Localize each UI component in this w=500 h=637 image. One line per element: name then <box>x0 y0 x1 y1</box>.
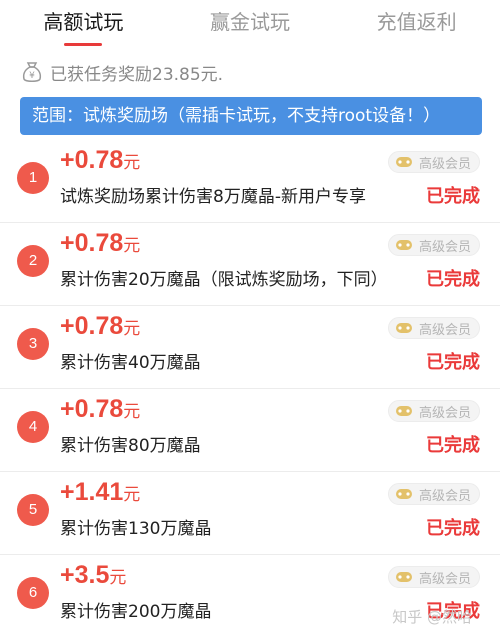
task-reward: +0.78元 <box>60 229 141 257</box>
vip-badge: 高级会员 <box>387 483 480 505</box>
status-label: 已完成 <box>426 352 480 373</box>
task-description: 试炼奖励场累计伤害8万魔晶-新用户专享 <box>60 187 366 207</box>
reward-summary-text: 已获任务奖励23.85元. <box>50 64 224 85</box>
gamepad-icon <box>395 572 412 582</box>
watermark: 知乎 @然哈 <box>392 608 472 626</box>
list-item: 2 +0.78元 累计伤害20万魔晶（限试炼奖励场，下同） 高级会员 已完成 <box>0 223 500 306</box>
list-item: 5 +1.41元 累计伤害130万魔晶 高级会员 已完成 <box>0 472 500 555</box>
svg-text:¥: ¥ <box>29 71 35 81</box>
task-reward: +0.78元 <box>60 395 141 423</box>
money-bag-icon: ¥ <box>22 61 42 83</box>
list-item: 1 +0.78元 试炼奖励场累计伤害8万魔晶-新用户专享 高级会员 已完成 <box>0 140 500 223</box>
gamepad-icon <box>395 157 412 167</box>
gamepad-icon <box>395 489 412 499</box>
task-number: 1 <box>17 162 49 194</box>
gamepad-icon <box>395 323 412 333</box>
task-number: 5 <box>17 494 49 526</box>
task-description: 累计伤害200万魔晶 <box>60 602 212 622</box>
status-label: 已完成 <box>426 435 480 456</box>
vip-badge: 高级会员 <box>387 151 480 173</box>
task-reward: +3.5元 <box>60 561 127 589</box>
task-reward: +0.78元 <box>60 146 141 174</box>
list-item: 4 +0.78元 累计伤害80万魔晶 高级会员 已完成 <box>0 389 500 472</box>
vip-badge: 高级会员 <box>387 317 480 339</box>
task-number: 3 <box>17 328 49 360</box>
status-label: 已完成 <box>426 518 480 539</box>
task-description: 累计伤害40万魔晶 <box>60 353 201 373</box>
task-reward: +0.78元 <box>60 312 141 340</box>
status-label: 已完成 <box>426 269 480 290</box>
scope-banner: 范围：试炼奖励场（需插卡试玩，不支持root设备！） <box>20 97 482 135</box>
gamepad-icon <box>395 240 412 250</box>
tab-high-reward-trial[interactable]: 高额试玩 <box>0 0 167 50</box>
reward-summary: ¥ 已获任务奖励23.85元. <box>22 58 223 86</box>
task-number: 4 <box>17 411 49 443</box>
vip-badge: 高级会员 <box>387 566 480 588</box>
task-reward: +1.41元 <box>60 478 141 506</box>
task-description: 累计伤害20万魔晶（限试炼奖励场，下同） <box>60 270 388 290</box>
tab-win-gold-trial[interactable]: 赢金试玩 <box>167 0 334 50</box>
list-item: 3 +0.78元 累计伤害40万魔晶 高级会员 已完成 <box>0 306 500 389</box>
tab-recharge-rebate[interactable]: 充值返利 <box>333 0 500 50</box>
vip-badge: 高级会员 <box>387 400 480 422</box>
task-description: 累计伤害80万魔晶 <box>60 436 201 456</box>
vip-badge: 高级会员 <box>387 234 480 256</box>
task-list: 1 +0.78元 试炼奖励场累计伤害8万魔晶-新用户专享 高级会员 已完成 2 … <box>0 140 500 637</box>
task-number: 6 <box>17 577 49 609</box>
task-number: 2 <box>17 245 49 277</box>
gamepad-icon <box>395 406 412 416</box>
status-label: 已完成 <box>426 186 480 207</box>
task-description: 累计伤害130万魔晶 <box>60 519 212 539</box>
tab-bar: 高额试玩 赢金试玩 充值返利 <box>0 0 500 50</box>
